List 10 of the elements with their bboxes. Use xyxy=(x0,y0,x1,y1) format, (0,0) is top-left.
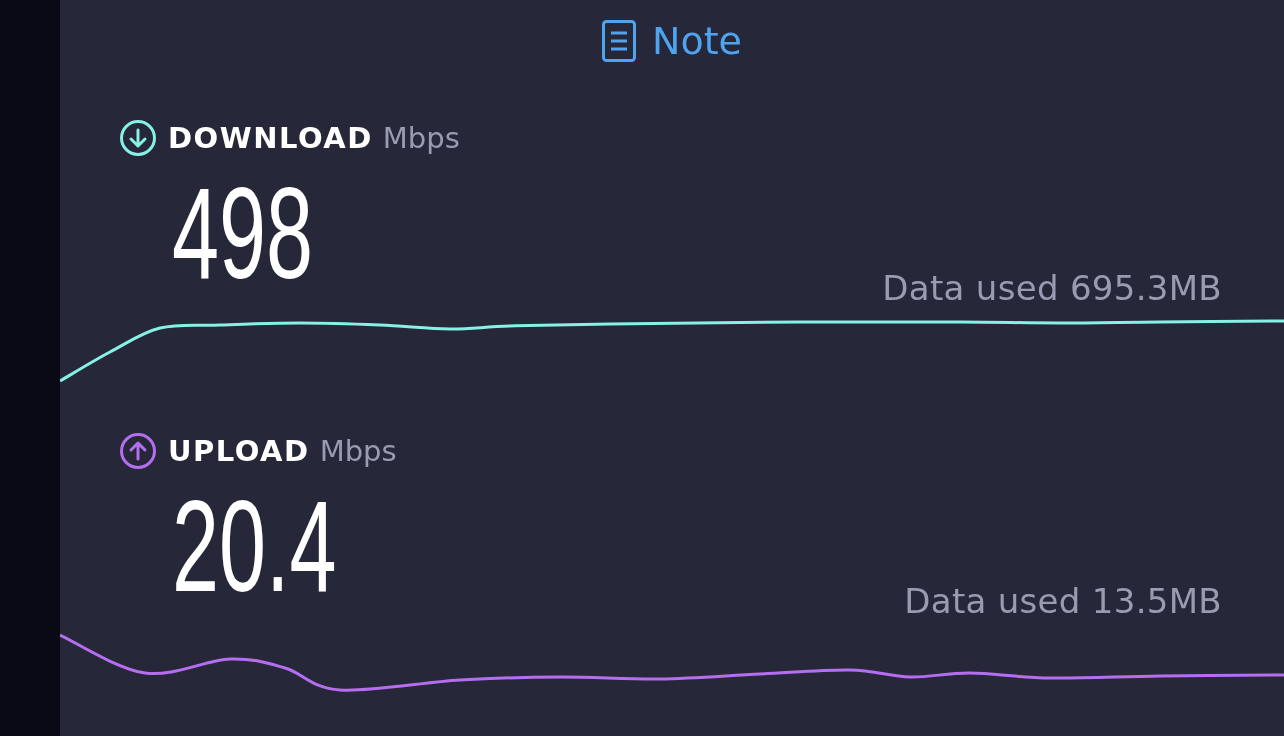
note-button[interactable]: Note xyxy=(602,20,742,62)
unit-label: Mbps xyxy=(382,120,460,156)
data-used-text: Data used 13.5MB xyxy=(904,584,1222,618)
speed-value: 20.4 xyxy=(172,481,337,611)
speed-value: 498 xyxy=(172,168,313,298)
metric-label: DOWNLOAD xyxy=(168,120,373,156)
unit-label: Mbps xyxy=(319,433,397,469)
data-used-text: Data used 695.3MB xyxy=(882,271,1222,305)
document-icon xyxy=(602,20,636,62)
metric-label: UPLOAD xyxy=(168,433,310,469)
